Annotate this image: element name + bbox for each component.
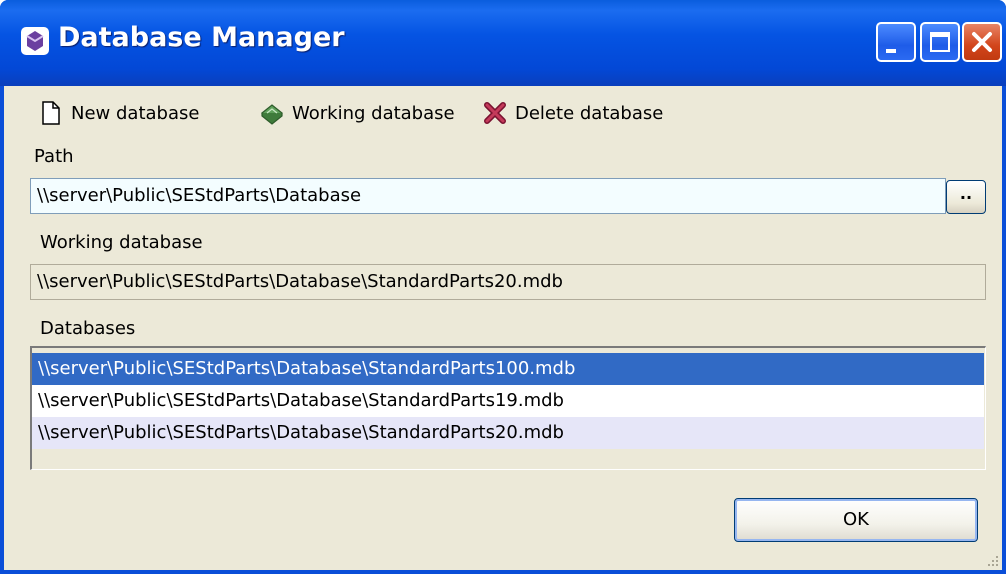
new-database-button[interactable]: New database bbox=[38, 98, 199, 128]
database-book-icon bbox=[261, 104, 283, 125]
working-database-field-label: Working database bbox=[40, 232, 203, 253]
working-database-button[interactable]: Working database bbox=[259, 98, 455, 128]
delete-database-button[interactable]: Delete database bbox=[482, 98, 663, 128]
maximize-icon bbox=[930, 32, 950, 52]
dialog-body: New database Working database Delete dat… bbox=[4, 86, 1002, 570]
list-item[interactable]: \\server\Public\SEStdParts\Database\Stan… bbox=[32, 385, 984, 417]
path-label: Path bbox=[34, 146, 74, 167]
database-app-icon bbox=[21, 27, 49, 55]
title-bar[interactable]: Database Manager bbox=[0, 0, 1006, 86]
ok-button[interactable]: OK bbox=[734, 498, 978, 542]
minimize-button[interactable] bbox=[876, 22, 916, 62]
path-input[interactable]: \\server\Public\SEStdParts\Database bbox=[30, 178, 946, 214]
list-item-selected[interactable]: \\server\Public\SEStdParts\Database\Stan… bbox=[32, 353, 984, 385]
browse-button[interactable]: .. bbox=[946, 180, 986, 214]
close-button[interactable] bbox=[962, 22, 1002, 62]
maximize-button[interactable] bbox=[920, 22, 960, 62]
working-database-field: \\server\Public\SEStdParts\Database\Stan… bbox=[30, 264, 986, 300]
window-title: Database Manager bbox=[58, 22, 345, 53]
delete-x-icon bbox=[484, 102, 506, 124]
close-icon bbox=[972, 32, 992, 52]
working-database-label: Working database bbox=[292, 102, 455, 124]
list-item[interactable]: \\server\Public\SEStdParts\Database\Stan… bbox=[32, 417, 984, 449]
dialog-window: Database Manager New database Working da… bbox=[0, 0, 1006, 574]
databases-label: Databases bbox=[40, 318, 136, 339]
new-document-icon bbox=[42, 101, 60, 125]
databases-listbox[interactable]: \\server\Public\SEStdParts\Database\Stan… bbox=[30, 346, 986, 470]
minimize-icon bbox=[886, 49, 896, 53]
resize-grip-icon[interactable] bbox=[986, 554, 1000, 568]
new-database-label: New database bbox=[71, 102, 200, 124]
delete-database-label: Delete database bbox=[515, 102, 664, 124]
